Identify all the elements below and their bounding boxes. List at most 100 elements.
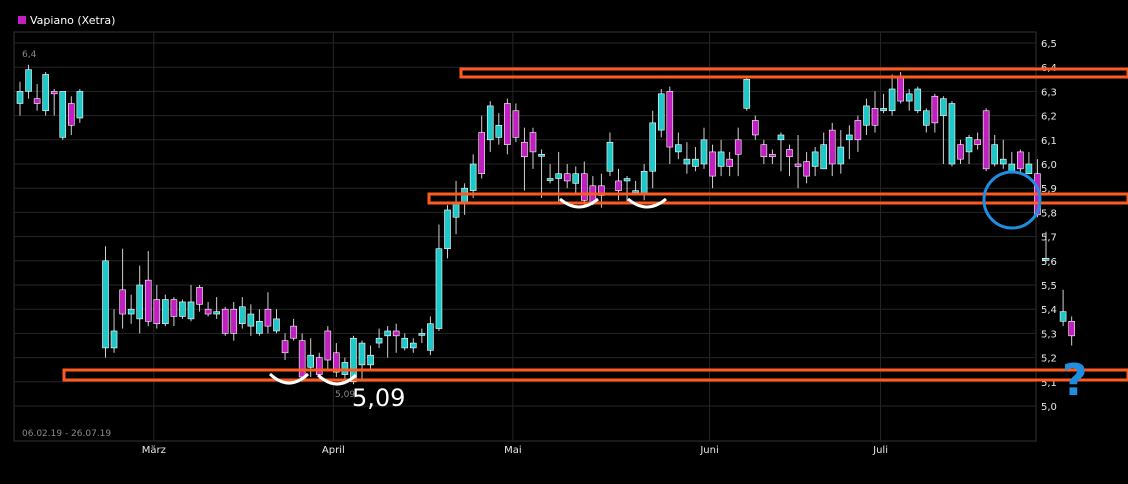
candle-body bbox=[16, 91, 24, 104]
candle-body bbox=[897, 76, 904, 102]
candle-body bbox=[615, 180, 622, 191]
candle-body bbox=[623, 178, 631, 182]
candle-body bbox=[777, 134, 785, 141]
candle-body bbox=[76, 91, 84, 119]
candle-body bbox=[504, 103, 511, 145]
legend-label: Vapiano (Xetra) bbox=[30, 14, 115, 27]
x-month-label: Juli bbox=[872, 445, 888, 456]
candle-body bbox=[204, 308, 212, 315]
candle-body bbox=[666, 91, 674, 148]
y-tick-label: 6,3 bbox=[1041, 87, 1057, 98]
candle bbox=[162, 294, 169, 327]
candle-body bbox=[144, 279, 152, 322]
candle-body bbox=[444, 209, 451, 249]
candle-body bbox=[717, 151, 725, 167]
top-left-value-label: 6,4 bbox=[22, 50, 37, 60]
candle-body bbox=[478, 132, 486, 174]
candle-body bbox=[922, 110, 930, 126]
candle-body bbox=[68, 103, 75, 126]
candle-body bbox=[940, 98, 947, 116]
candle-body bbox=[221, 308, 229, 334]
date-range-label: 06.02.19 - 26.07.19 bbox=[22, 429, 111, 439]
candle-body bbox=[606, 141, 614, 172]
candle bbox=[102, 246, 109, 358]
candle bbox=[42, 72, 49, 116]
candle-body bbox=[315, 357, 323, 375]
candle-body bbox=[247, 313, 255, 327]
candle bbox=[948, 101, 956, 167]
candle-body bbox=[854, 120, 862, 141]
legend-swatch bbox=[18, 16, 26, 24]
candle-body bbox=[888, 88, 896, 112]
candle-body bbox=[162, 299, 169, 325]
y-tick-label: 5,5 bbox=[1041, 281, 1057, 292]
candle-body bbox=[230, 308, 238, 334]
candle-body bbox=[683, 158, 691, 165]
x-month-label: Mai bbox=[504, 445, 522, 456]
candle-body bbox=[435, 248, 443, 329]
candle-body bbox=[170, 299, 178, 317]
candle bbox=[657, 88, 665, 138]
candle-body bbox=[811, 151, 819, 167]
candle-body bbox=[486, 105, 494, 141]
candle-body bbox=[409, 342, 417, 349]
candle bbox=[298, 333, 306, 382]
candle-body bbox=[726, 158, 733, 167]
candle-body bbox=[127, 308, 135, 315]
candle-body bbox=[110, 330, 118, 349]
candle-body bbox=[546, 178, 554, 181]
candle-body bbox=[50, 91, 58, 95]
candle-body bbox=[273, 318, 280, 332]
candle-body bbox=[632, 190, 639, 193]
candle-body bbox=[418, 333, 426, 336]
candle-body bbox=[102, 260, 109, 349]
candle-body bbox=[751, 120, 759, 136]
candle bbox=[179, 299, 186, 319]
candle-body bbox=[119, 289, 126, 315]
y-tick-label: 6,0 bbox=[1041, 160, 1057, 171]
candle bbox=[221, 306, 229, 336]
candle-body bbox=[948, 103, 956, 165]
candle-body bbox=[820, 144, 828, 170]
candle-body bbox=[341, 362, 349, 375]
price-chart: Vapiano (Xetra) 6,4 5,09 06.02.19 - 26.0… bbox=[0, 0, 1128, 484]
support-level-annotation: 5,09 bbox=[352, 384, 405, 412]
candle-body bbox=[213, 311, 220, 315]
candle-body bbox=[982, 110, 990, 170]
candle-body bbox=[281, 340, 289, 354]
candle-body bbox=[905, 93, 913, 102]
candle-body bbox=[803, 161, 810, 177]
candle-body bbox=[298, 340, 306, 378]
candle-body bbox=[264, 308, 272, 327]
candle bbox=[76, 88, 84, 123]
candle-body bbox=[649, 122, 657, 172]
y-tick-label: 5,0 bbox=[1041, 402, 1057, 413]
y-tick-label: 5,8 bbox=[1041, 208, 1057, 219]
candle-body bbox=[1059, 311, 1067, 322]
candle-body bbox=[358, 342, 366, 366]
candle-body bbox=[769, 154, 776, 158]
candle bbox=[743, 76, 751, 111]
candle-body bbox=[640, 170, 648, 194]
candle-body bbox=[512, 110, 520, 138]
candle-body bbox=[290, 325, 297, 339]
y-tick-label: 5,7 bbox=[1041, 233, 1057, 244]
candle-body bbox=[572, 173, 580, 184]
candle-body bbox=[974, 139, 981, 145]
candle-body bbox=[563, 173, 571, 182]
candle-body bbox=[239, 306, 246, 325]
x-month-label: März bbox=[142, 445, 166, 456]
y-tick-label: 5,2 bbox=[1041, 354, 1057, 365]
candle-body bbox=[675, 144, 682, 153]
candle-body bbox=[136, 284, 143, 320]
candle-body bbox=[1068, 320, 1075, 337]
candle-body bbox=[846, 134, 853, 141]
candle-body bbox=[495, 124, 503, 138]
candle-body bbox=[427, 323, 434, 351]
candle-body bbox=[700, 139, 708, 165]
candle-body bbox=[1017, 151, 1024, 170]
y-tick-label: 5,4 bbox=[1041, 305, 1057, 316]
candle-body bbox=[709, 151, 716, 177]
candle-body bbox=[529, 132, 537, 153]
y-tick-label: 6,1 bbox=[1041, 136, 1057, 147]
